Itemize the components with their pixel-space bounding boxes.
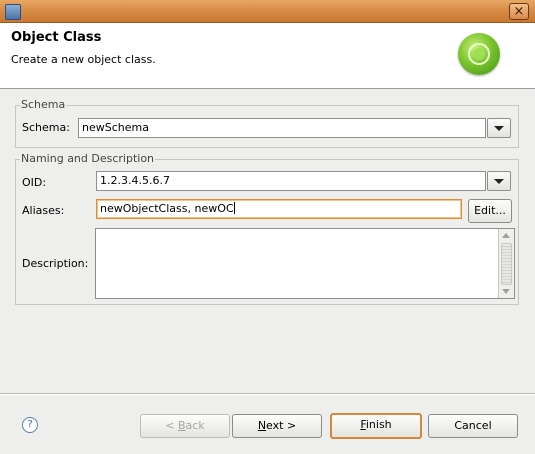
chevron-down-icon[interactable] xyxy=(487,118,511,138)
back-button[interactable]: < Back xyxy=(140,414,230,438)
description-textarea[interactable] xyxy=(95,228,515,299)
naming-group-legend: Naming and Description xyxy=(20,152,156,165)
close-icon[interactable]: × xyxy=(509,3,529,20)
aliases-field[interactable]: newObjectClass, newOC xyxy=(96,199,462,219)
object-class-logo-icon xyxy=(458,33,500,75)
scroll-down-icon[interactable] xyxy=(502,289,510,294)
schema-label: Schema: xyxy=(22,121,70,134)
footer-separator xyxy=(0,393,535,395)
edit-aliases-button[interactable]: Edit... xyxy=(468,199,512,223)
page-title: Object Class xyxy=(11,30,102,45)
page-description: Create a new object class. xyxy=(11,53,156,66)
cancel-button[interactable]: Cancel xyxy=(428,414,518,438)
finish-button[interactable]: Finish xyxy=(330,413,422,439)
next-button[interactable]: Next > xyxy=(232,414,322,438)
oid-label: OID: xyxy=(22,176,47,189)
oid-combo[interactable]: 1.2.3.4.5.6.7 xyxy=(96,171,486,191)
schema-group-legend: Schema xyxy=(20,98,67,111)
description-scrollbar[interactable] xyxy=(498,229,514,298)
wizard-banner: Object Class Create a new object class. xyxy=(0,23,535,89)
schema-value: newSchema xyxy=(82,121,149,134)
scroll-up-icon[interactable] xyxy=(502,233,510,238)
description-label: Description: xyxy=(22,257,89,270)
aliases-label: Aliases: xyxy=(22,204,65,217)
aliases-value: newObjectClass, newOC xyxy=(100,202,234,215)
chevron-down-icon[interactable] xyxy=(487,171,511,191)
title-bar: × xyxy=(0,0,535,23)
scroll-thumb[interactable] xyxy=(501,243,512,285)
help-icon[interactable]: ? xyxy=(22,417,38,433)
oid-value: 1.2.3.4.5.6.7 xyxy=(100,174,170,187)
schema-combo[interactable]: newSchema xyxy=(78,118,486,138)
app-icon xyxy=(5,4,21,20)
